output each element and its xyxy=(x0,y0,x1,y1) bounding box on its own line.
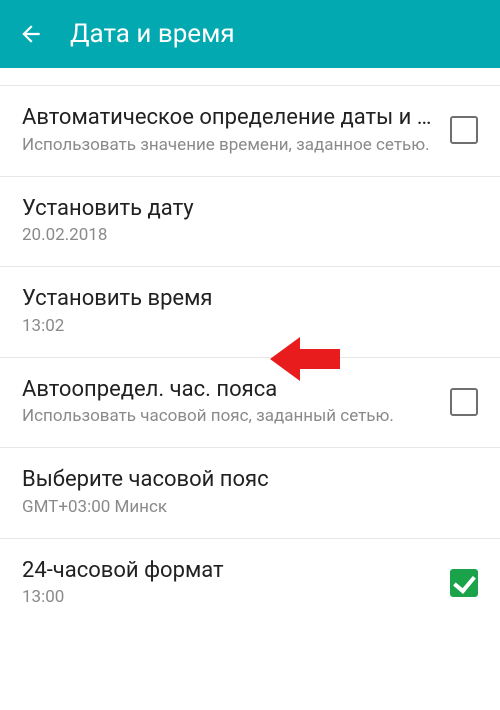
set-date-title: Установить дату xyxy=(22,195,478,223)
set-date-row[interactable]: Установить дату 20.02.2018 xyxy=(0,177,500,268)
format24-checkbox[interactable] xyxy=(450,569,478,597)
set-time-title: Установить время xyxy=(22,285,478,313)
select-tz-title: Выберите часовой пояс xyxy=(22,466,478,494)
format24-subtitle: 13:00 xyxy=(22,586,434,608)
set-time-row[interactable]: Установить время 13:02 xyxy=(0,267,500,358)
format24-title: 24-часовой формат xyxy=(22,557,434,585)
auto-tz-row[interactable]: Автоопредел. час. пояса Использовать час… xyxy=(0,358,500,449)
page-title: Дата и время xyxy=(70,19,235,49)
auto-datetime-checkbox[interactable] xyxy=(450,116,478,144)
select-tz-subtitle: GMT+03:00 Минск xyxy=(22,496,478,518)
auto-tz-title: Автоопредел. час. пояса xyxy=(22,376,434,404)
auto-datetime-subtitle: Использовать значение времени, заданное … xyxy=(22,134,434,156)
format24-row[interactable]: 24-часовой формат 13:00 xyxy=(0,539,500,629)
auto-tz-checkbox[interactable] xyxy=(450,388,478,416)
auto-datetime-row[interactable]: Автоматическое определение даты и времен… xyxy=(0,86,500,177)
set-date-subtitle: 20.02.2018 xyxy=(22,224,478,246)
back-icon[interactable] xyxy=(18,21,44,47)
auto-datetime-title: Автоматическое определение даты и времен… xyxy=(22,104,434,132)
select-tz-row[interactable]: Выберите часовой пояс GMT+03:00 Минск xyxy=(0,448,500,539)
set-time-subtitle: 13:02 xyxy=(22,315,478,337)
appbar: Дата и время xyxy=(0,0,500,68)
auto-tz-subtitle: Использовать часовой пояс, заданный сеть… xyxy=(22,405,434,427)
top-spacer xyxy=(0,68,500,86)
